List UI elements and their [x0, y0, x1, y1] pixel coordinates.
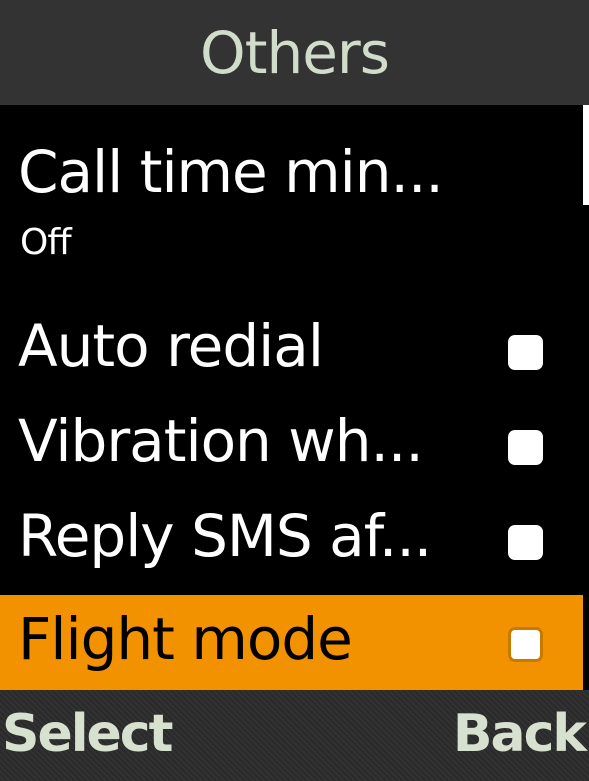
checkbox[interactable]	[508, 525, 543, 560]
scrollbar-thumb[interactable]	[583, 105, 589, 205]
list-item-vibration[interactable]: Vibration wh...	[0, 400, 583, 495]
back-softkey[interactable]: Back	[453, 708, 587, 760]
list-item-value: Off	[20, 222, 72, 263]
softkey-bar: Select Back	[0, 690, 589, 781]
list-item-label: Auto redial	[18, 312, 324, 380]
list-item-label: Vibration wh...	[18, 407, 424, 475]
checkbox[interactable]	[508, 430, 543, 465]
list-item-call-time-minute[interactable]: Call time min... Off	[0, 105, 583, 285]
checkbox[interactable]	[508, 627, 543, 662]
list-item-label: Reply SMS af...	[18, 502, 432, 570]
phone-screen: Others Call time min... Off Auto redial …	[0, 0, 589, 781]
list-item-label: Call time min...	[18, 138, 444, 206]
list-item-auto-redial[interactable]: Auto redial	[0, 305, 583, 400]
list-item-flight-mode[interactable]: Flight mode	[0, 595, 583, 690]
page-title: Others	[200, 18, 390, 87]
checkbox[interactable]	[508, 335, 543, 370]
select-softkey[interactable]: Select	[2, 708, 173, 760]
list-item-reply-sms[interactable]: Reply SMS af...	[0, 495, 583, 590]
settings-list: Call time min... Off Auto redial Vibrati…	[0, 105, 589, 690]
page-title-bar: Others	[0, 0, 589, 105]
list-item-label: Flight mode	[18, 605, 353, 673]
